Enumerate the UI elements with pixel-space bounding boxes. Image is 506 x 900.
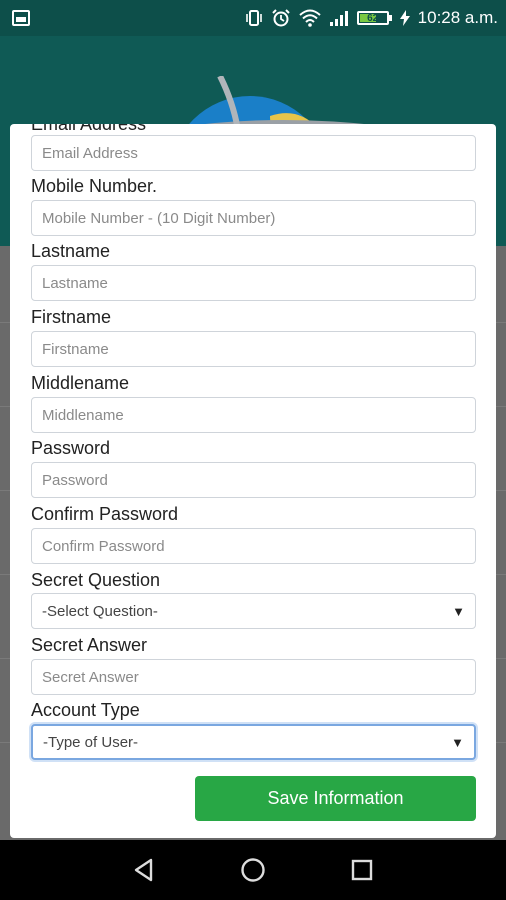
- save-information-button[interactable]: Save Information: [195, 776, 476, 821]
- clock: 10:28 a.m.: [417, 8, 498, 27]
- lastname-placeholder: Lastname: [42, 274, 108, 292]
- firstname-label: Firstname: [31, 307, 112, 327]
- confirm-password-placeholder: Confirm Password: [42, 537, 165, 555]
- account-type-select[interactable]: -Type of User- ▼: [31, 724, 476, 760]
- lastname-label: Lastname: [31, 241, 111, 261]
- middlename-label: Middlename: [31, 373, 130, 393]
- lastname-field[interactable]: Lastname: [31, 265, 476, 301]
- account-type-value: -Type of User-: [43, 733, 139, 751]
- email-placeholder: Email Address: [42, 144, 138, 162]
- secret-question-value: -Select Question-: [42, 602, 158, 620]
- alarm-icon: [271, 9, 290, 27]
- mobile-label: Mobile Number.: [31, 176, 158, 196]
- back-icon[interactable]: [131, 857, 157, 883]
- firstname-field[interactable]: Firstname: [31, 331, 476, 367]
- secret-question-label: Secret Question: [31, 570, 161, 590]
- mobile-placeholder: Mobile Number - (10 Digit Number): [42, 209, 276, 227]
- mobile-number-field[interactable]: Mobile Number - (10 Digit Number): [31, 200, 476, 236]
- secret-answer-field[interactable]: Secret Answer: [31, 659, 476, 695]
- password-field[interactable]: Password: [31, 462, 476, 498]
- account-type-label: Account Type: [31, 700, 140, 720]
- secret-question-select[interactable]: -Select Question- ▼: [31, 593, 476, 629]
- navigation-bar: [0, 840, 506, 900]
- home-icon[interactable]: [239, 856, 267, 884]
- middlename-placeholder: Middlename: [42, 406, 124, 424]
- status-bar: 62 10:28 a.m.: [0, 0, 506, 36]
- wifi-icon: [299, 9, 321, 27]
- signal-icon: [329, 11, 348, 26]
- recents-icon[interactable]: [349, 857, 375, 883]
- vibrate-icon: [245, 10, 262, 26]
- confirm-password-field[interactable]: Confirm Password: [31, 528, 476, 564]
- registration-modal: Email Address Email Address Mobile Numbe…: [10, 124, 496, 838]
- battery-level: 62: [367, 12, 379, 24]
- dropdown-arrow-icon: ▼: [452, 603, 465, 619]
- confirm-password-label: Confirm Password: [31, 504, 179, 524]
- email-field[interactable]: Email Address: [31, 135, 476, 171]
- battery-icon: 62: [356, 11, 392, 25]
- secret-answer-placeholder: Secret Answer: [42, 668, 139, 686]
- password-placeholder: Password: [42, 471, 108, 489]
- dropdown-arrow-icon: ▼: [451, 734, 464, 750]
- image-icon: [12, 10, 30, 26]
- secret-answer-label: Secret Answer: [31, 635, 148, 655]
- charging-icon: [399, 10, 410, 26]
- password-label: Password: [31, 438, 111, 458]
- firstname-placeholder: Firstname: [42, 340, 109, 358]
- email-label: Email Address: [31, 124, 147, 134]
- middlename-field[interactable]: Middlename: [31, 397, 476, 433]
